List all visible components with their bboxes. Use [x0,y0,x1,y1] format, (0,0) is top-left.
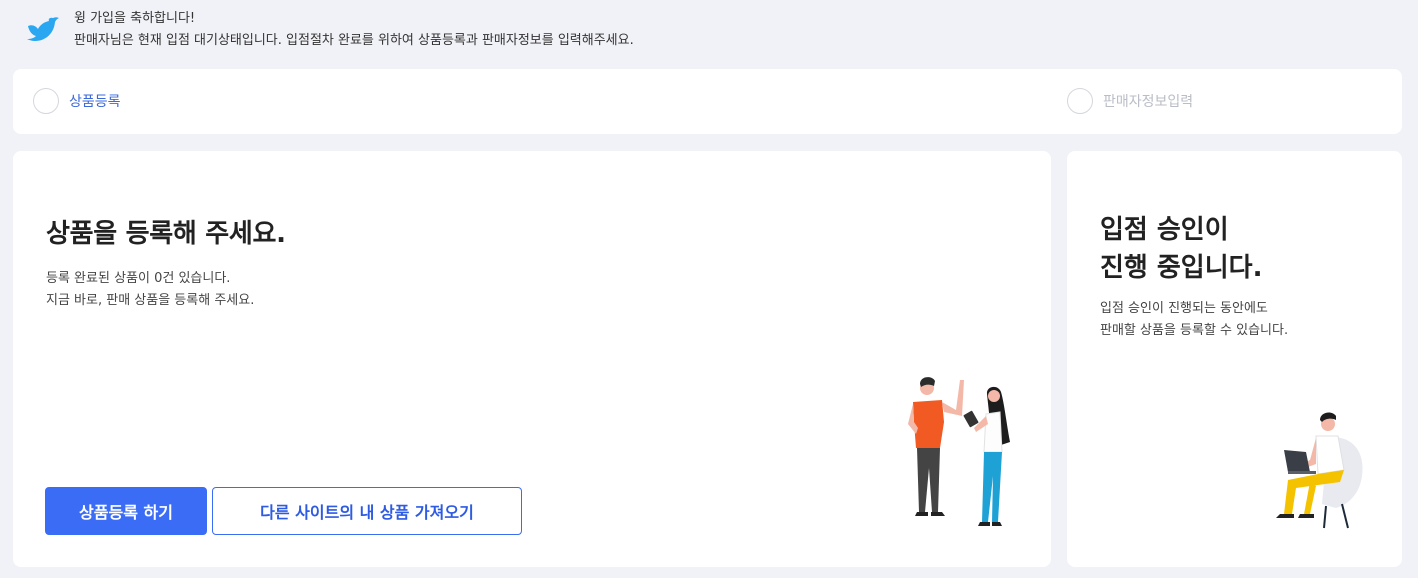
desc-line-2: 판매할 상품을 등록할 수 있습니다. [1100,323,1289,338]
title-line-2: 진행 중입니다. [1100,253,1263,283]
card-title: 상품을 등록해 주세요. [46,219,286,249]
step-label: 판매자정보입력 [1103,94,1194,110]
step-seller-info[interactable]: 판매자정보입력 [1067,88,1193,114]
step-label: 상품등록 [69,94,121,110]
desc-line-1: 입점 승인이 진행되는 동안에도 [1100,301,1268,316]
step-circle-icon [1067,88,1093,114]
registration-steps: 상품등록 판매자정보입력 [13,69,1402,134]
desc-line-1: 등록 완료된 상품이 0건 있습니다. [46,271,231,286]
step-product-registration[interactable]: 상품등록 [33,88,121,114]
welcome-banner: 윙 가입을 축하합니다! 판매자님은 현재 입점 대기상태입니다. 입점절차 완… [26,8,634,52]
welcome-line-2: 판매자님은 현재 입점 대기상태입니다. 입점절차 완료를 위하여 상품등록과 … [74,33,634,48]
people-high-five-illustration [908,377,1010,526]
welcome-message: 윙 가입을 축하합니다! 판매자님은 현재 입점 대기상태입니다. 입점절차 완… [74,8,634,52]
step-circle-icon [33,88,59,114]
bird-logo-icon [27,17,59,41]
person-laptop-illustration [1276,412,1363,529]
register-product-button[interactable]: 상품등록 하기 [45,487,207,535]
import-products-button[interactable]: 다른 사이트의 내 상품 가져오기 [212,487,522,535]
desc-line-2: 지금 바로, 판매 상품을 등록해 주세요. [46,293,255,308]
card-description: 등록 완료된 상품이 0건 있습니다. 지금 바로, 판매 상품을 등록해 주세… [46,268,254,312]
welcome-line-1: 윙 가입을 축하합니다! [74,11,196,26]
card-description: 입점 승인이 진행되는 동안에도 판매할 상품을 등록할 수 있습니다. [1100,298,1288,342]
card-title: 입점 승인이 진행 중입니다. [1100,211,1262,287]
title-line-1: 입점 승인이 [1100,215,1229,245]
